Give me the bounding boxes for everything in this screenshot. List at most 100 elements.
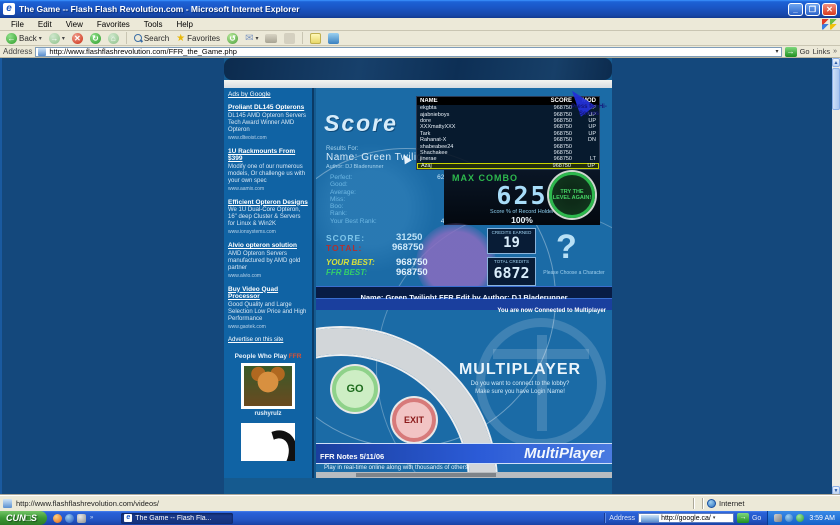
menu-tools[interactable]: Tools <box>137 20 170 29</box>
advertise-link[interactable]: Advertise on this site <box>228 337 308 343</box>
minimize-button[interactable]: _ <box>788 3 803 16</box>
ad-url-link[interactable]: www.aamix.com <box>228 186 308 192</box>
player-avatar[interactable] <box>241 363 295 409</box>
quick-launch-chevron-icon[interactable]: » <box>90 515 93 521</box>
ffr-best-label: FFR BEST: <box>326 268 367 277</box>
multiplayer-exit-button[interactable]: EXIT <box>392 398 436 442</box>
stop-button[interactable]: ✕ <box>70 32 85 45</box>
browser-viewport: Ads by Google Proliant DL145 Opterons DL… <box>0 58 840 495</box>
menu-favorites[interactable]: Favorites <box>90 20 137 29</box>
scrollbar-thumb[interactable] <box>832 68 840 110</box>
status-bar: http://www.flashflashrevolution.com/vide… <box>0 495 840 511</box>
choose-character-button[interactable]: ? <box>556 228 577 267</box>
ads-by-google-link[interactable]: Ads by Google <box>228 91 308 98</box>
window-title: The Game -- Flash Flash Revolution.com -… <box>19 4 788 14</box>
discuss-button[interactable] <box>308 32 323 45</box>
ad-body: AMD Opteron Servers manufactured by AMD … <box>228 251 308 272</box>
task-label: The Game -- Flash Fla... <box>135 515 211 522</box>
credits-earned-value: 19 <box>488 235 535 251</box>
ad-title-link[interactable]: Proliant DL145 Opterons <box>228 104 308 112</box>
multiplayer-go-button[interactable]: GO <box>332 366 378 412</box>
taskbar-go-label[interactable]: Go <box>752 515 761 522</box>
try-level-again-button[interactable]: TRY THE LEVEL AGAIN! <box>549 172 595 218</box>
links-label[interactable]: Links <box>813 47 831 56</box>
press-hiscores-button[interactable]: Press for Hi-Scores <box>568 104 610 118</box>
leaderboard-row: Tark968750UP <box>417 131 599 137</box>
status-url: http://www.flashflashrevolution.com/vide… <box>16 499 689 508</box>
ad-title-link[interactable]: 1U Rackmounts From $399 <box>228 148 308 163</box>
messenger-button[interactable] <box>326 32 341 45</box>
back-button[interactable]: ← Back ▾ <box>4 32 44 45</box>
tray-icon-1[interactable] <box>774 514 782 522</box>
player-score: 968750 <box>536 124 572 130</box>
total-credits-box: TOTAL CREDITS 6872 <box>487 257 536 286</box>
print-icon <box>265 34 277 43</box>
player-score: 968750 <box>536 118 572 124</box>
leaderboard-row: XXXmattyXXX968750UP <box>417 124 599 130</box>
player-name: Shachakee <box>420 150 536 156</box>
taskbar-go-button[interactable]: → <box>737 513 749 523</box>
mail-button[interactable]: ✉ ▾ <box>243 32 260 45</box>
ad-url-link[interactable]: www.ionsystems.com <box>228 229 308 235</box>
scroll-up-arrow[interactable]: ▲ <box>832 58 840 67</box>
links-chevron-icon[interactable]: » <box>833 48 837 55</box>
credits-earned-box: CREDITS EARNED 19 <box>487 228 536 254</box>
history-button[interactable]: ↺ <box>225 32 240 45</box>
task-button[interactable]: e The Game -- Flash Fla... <box>121 513 233 524</box>
mail-icon: ✉ <box>245 33 253 44</box>
ad-title-link[interactable]: Buy Video Quad Processor <box>228 286 308 301</box>
forward-button[interactable]: → ▾ <box>47 32 67 45</box>
favorites-button[interactable]: ★ Favorites <box>174 32 222 45</box>
ad-url-link[interactable]: www.dlteoist.com <box>228 135 308 141</box>
ad-body: DL145 AMD Opteron Servers Tech Award Win… <box>228 113 308 134</box>
quick-launch-icon-1[interactable] <box>53 514 62 523</box>
address-input[interactable]: http://www.flashflashrevolution.com/FFR_… <box>35 47 781 57</box>
google-ads-sidebar: Ads by Google Proliant DL145 Opterons DL… <box>224 88 314 478</box>
address-url[interactable]: http://www.flashflashrevolution.com/FFR_… <box>49 47 772 56</box>
menu-edit[interactable]: Edit <box>31 20 59 29</box>
taskbar-address-url[interactable]: http://google.ca/ <box>661 515 711 522</box>
menu-help[interactable]: Help <box>169 20 199 29</box>
horizontal-scrollbar[interactable] <box>316 472 612 478</box>
vertical-scrollbar[interactable]: ▲ ▼ <box>832 58 840 495</box>
ad-url-link[interactable]: www.alvio.com <box>228 273 308 279</box>
address-bar: Address http://www.flashflashrevolution.… <box>0 46 840 58</box>
quick-launch-icon-2[interactable] <box>65 514 74 523</box>
start-button[interactable]: CUN□S <box>0 511 47 525</box>
close-button[interactable]: ✕ <box>822 3 837 16</box>
scroll-down-arrow[interactable]: ▼ <box>832 486 840 495</box>
horizontal-scrollbar-thumb[interactable] <box>356 473 496 477</box>
taskbar: CUN□S » e The Game -- Flash Fla... Addre… <box>0 511 840 525</box>
ad-item: Efficient Opteron Designs We 1U Dual-Cor… <box>228 199 308 236</box>
menu-file[interactable]: File <box>4 20 31 29</box>
ad-url-link[interactable]: www.gaotek.com <box>228 324 308 330</box>
player-name: Rahanat-X <box>420 137 536 143</box>
address-dropdown-icon[interactable]: ▾ <box>776 48 779 55</box>
forward-dropdown-icon[interactable]: ▾ <box>62 35 65 42</box>
go-button[interactable]: → <box>785 47 797 57</box>
favorites-star-icon: ★ <box>176 33 185 44</box>
go-label[interactable]: Go <box>800 47 810 56</box>
mail-dropdown-icon[interactable]: ▾ <box>255 35 258 42</box>
people-label: People Who Play <box>235 353 287 360</box>
ad-title-link[interactable]: Efficient Opteron Designs <box>228 199 308 207</box>
tray-icon-3[interactable] <box>796 514 804 522</box>
taskbar-address-dropdown-icon[interactable]: ▾ <box>713 515 731 521</box>
print-button[interactable] <box>263 32 279 45</box>
tray-icon-2[interactable] <box>785 514 793 522</box>
player-name: jinerae <box>420 156 536 162</box>
menu-view[interactable]: View <box>59 20 90 29</box>
quick-launch-icon-3[interactable] <box>77 514 86 523</box>
ad-body: Modify one of our numerous models, Or ch… <box>228 164 308 185</box>
search-button[interactable]: Search <box>132 32 171 45</box>
edit-button[interactable] <box>282 32 297 45</box>
ad-title-link[interactable]: Alvio opteron solution <box>228 242 308 250</box>
favorites-label: Favorites <box>187 34 220 43</box>
back-dropdown-icon[interactable]: ▾ <box>39 35 42 42</box>
player-score: 968750 <box>536 137 572 143</box>
home-button[interactable]: ⌂ <box>106 32 121 45</box>
maximize-button[interactable]: ❐ <box>805 3 820 16</box>
refresh-button[interactable]: ↻ <box>88 32 103 45</box>
forward-icon: → <box>49 33 60 44</box>
taskbar-address-input[interactable]: http://google.ca/ ▾ <box>638 513 734 523</box>
